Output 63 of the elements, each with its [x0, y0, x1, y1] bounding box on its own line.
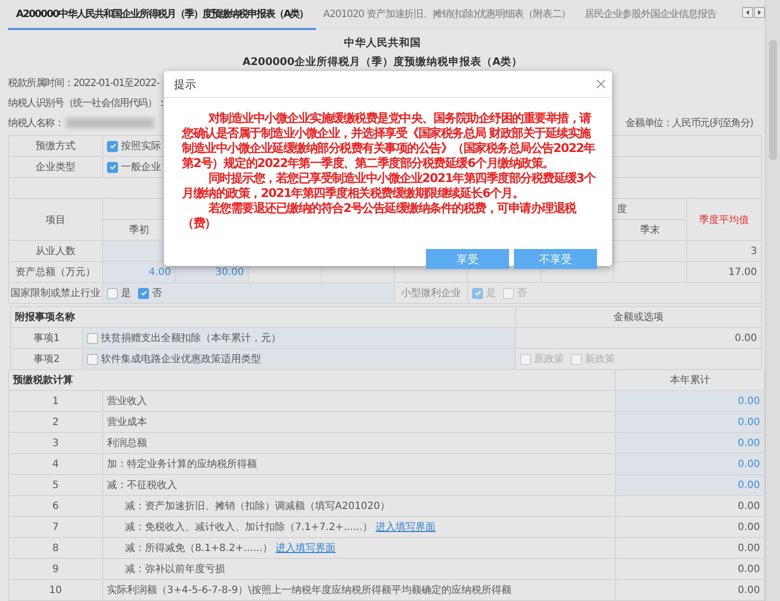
row-label: 减：免税收入、减计收入、加计扣除（7.1+7.2+......） — [125, 520, 373, 534]
row-label: 利润总额 — [107, 436, 147, 450]
row-label: 营业收入 — [107, 394, 147, 408]
row-label: 企业类型 — [9, 157, 103, 178]
row-label: 减：不征税收入 — [107, 478, 177, 492]
column-header: 项目 — [9, 199, 103, 241]
row-number: 6 — [9, 496, 103, 517]
row-number: 8 — [9, 538, 103, 559]
table-cell: 0.00 — [616, 433, 765, 454]
table-cell: 0.00 — [516, 328, 762, 349]
row-number: 1 — [9, 391, 103, 412]
option-label: 原政策 — [534, 353, 564, 366]
row-label: 营业成本 — [107, 416, 147, 429]
row-number: 7 — [9, 517, 103, 538]
option-label: 新政策 — [585, 352, 615, 366]
row-label: 减：所得减免（8.1+8.2+......） — [125, 542, 273, 555]
row-number: 2 — [9, 412, 103, 433]
table-cell: 0.00 — [616, 412, 765, 433]
row-number: 4 — [9, 454, 103, 475]
row-number: 5 — [9, 475, 103, 496]
fill-in-link[interactable]: 进入填写界面 — [376, 520, 436, 534]
table-cell: 0.00 — [616, 391, 765, 412]
info-label: 纳税人名称： — [8, 116, 64, 130]
tab[interactable]: A201020 资产加速折旧、摊销(扣除)优惠明细表（附表二） — [316, 0, 578, 30]
row-label: 减：资产加速折旧、摊销（扣除）调减额（填写A201020） — [125, 500, 390, 513]
table-cell: 0.00 — [616, 454, 765, 475]
column-header: 金额或选项 — [516, 307, 762, 328]
fill-in-link[interactable]: 进入填写界面 — [276, 541, 336, 555]
notice-paragraph: 同时提示您，若您已享受制造业中小微企业2021年第四季度部分税费延缓3个月缴纳的政策，2021年第四季度相关税费缓缴期限继续延长6个月。 — [182, 171, 597, 201]
option-label: 软件集成电路企业优惠政策适用类型 — [101, 352, 261, 366]
row-number: 9 — [9, 559, 103, 580]
form-title: 中华人民共和国 — [344, 37, 421, 50]
option-label: 一般企业 — [121, 160, 161, 174]
row-label: 小型微利企业 — [395, 283, 468, 304]
table-cell: 4.00 — [103, 262, 176, 283]
tab[interactable]: A200000中华人民共和国企业所得税月（季）度预缴纳税申报表（A类） — [8, 0, 316, 30]
row-label: 加：特定业务计算的应纳税所得额 — [107, 458, 257, 471]
section-header: 预缴税款计算 — [9, 370, 616, 391]
row-number: 10 — [9, 580, 103, 601]
table-cell: 0.00 — [616, 475, 765, 496]
row-number: 3 — [9, 433, 103, 454]
option-label: 是 — [121, 287, 131, 300]
dialog-button[interactable]: 享受 — [426, 249, 509, 269]
option-label: 否 — [517, 287, 527, 300]
table-cell: 3 — [687, 241, 762, 262]
tab[interactable]: 居民企业参股外国企业信息报告 — [578, 0, 716, 30]
notice-paragraph: 对制造业中小微企业实施缓缴税费是党中央、国务院助企纾困的重要举措，请您确认是否属于制造业小微企业，并选择享受《国家税务总局 财政部关于延续实施制造业中小微企业延缓缴纳部分税费有关事项的公告》（国家税务总局公告2022年第2号）规定的2022年第一季度、第二季度部分税费延缓6个月缴纳政策。 — [182, 111, 596, 171]
option-label: 否 — [152, 287, 162, 300]
row-label: 实际利润额（3+4-5-6-7-8-9）\按照上一纳税年度应纳税所得额平均额确定的应纳税所得额 — [107, 584, 512, 597]
info-label: 税款所属时间：2022-01-01至2022- — [8, 76, 160, 90]
unit-label: 金额单位：人民币元(列至角分) — [626, 116, 754, 130]
row-label: 减：弥补以前年度亏损 — [125, 562, 225, 576]
column-header: 季末 — [614, 220, 687, 241]
dialog-button[interactable]: 不享受 — [514, 249, 597, 269]
option-label: 按照实际 — [121, 140, 161, 153]
dialog-title: 提示 — [174, 76, 196, 92]
row-label: 预缴方式 — [9, 136, 103, 157]
info-label: 纳税人识别号（统一社会信用代码）： — [8, 96, 166, 110]
option-label: 是 — [486, 287, 496, 300]
option-label: 扶贫捐赠支出全额扣除（本年累计，元） — [101, 332, 281, 345]
column-header: 季度平均值 — [687, 199, 762, 241]
table-cell: 17.00 — [687, 262, 762, 283]
form-title: A200000企业所得税月（季）度预缴纳税申报表（A类） — [242, 56, 523, 69]
